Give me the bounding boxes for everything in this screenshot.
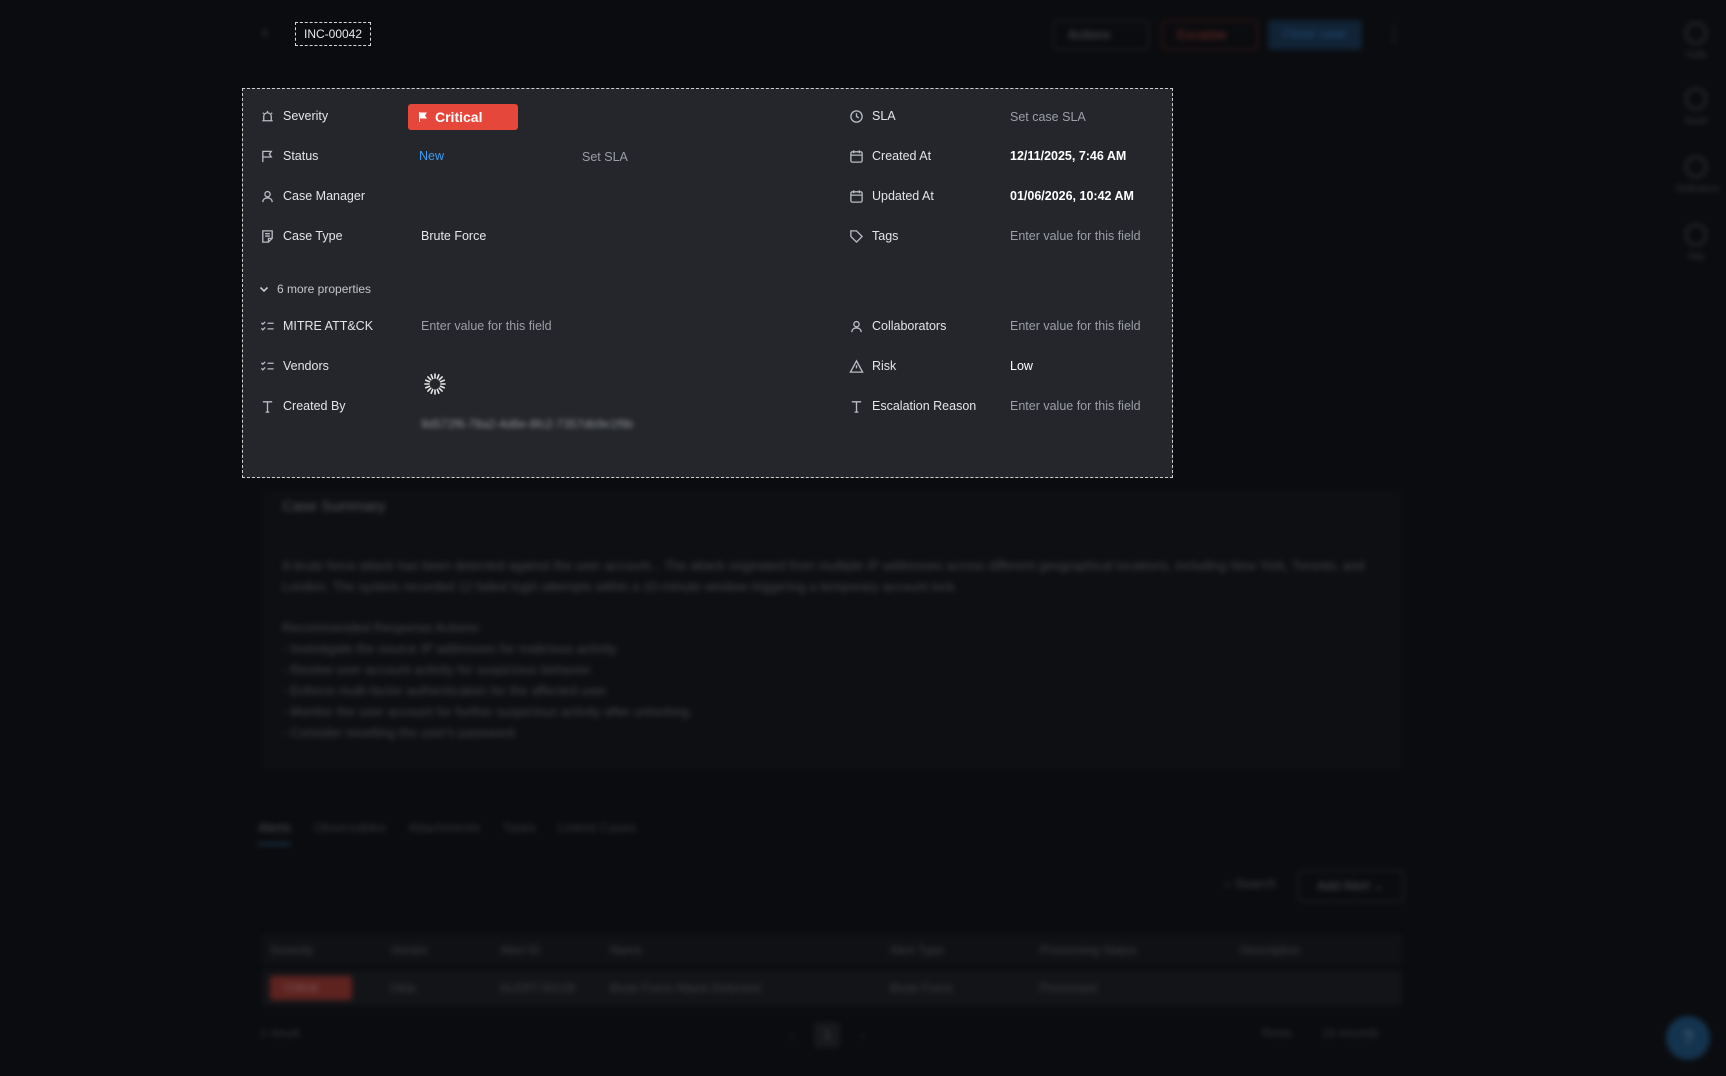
set-sla-link[interactable]: Set SLA	[582, 146, 628, 168]
more-properties-toggle[interactable]: 6 more properties	[259, 282, 371, 296]
tab-attachments[interactable]: Attachments	[408, 820, 480, 845]
status-value[interactable]: New	[419, 145, 444, 167]
tags-row: Tags	[848, 225, 898, 247]
rail-item-notifications[interactable]: Notifications	[1676, 156, 1720, 193]
next-page-icon[interactable]: ›	[860, 1028, 864, 1043]
table-row[interactable]: Critical Okta ALERT-00128 Brute Force At…	[262, 970, 1402, 1006]
escalation-reason-row: Escalation Reason	[848, 395, 976, 417]
collaborators-row: Collaborators	[848, 315, 946, 337]
calendar-icon	[848, 188, 864, 204]
created-by-value: 9d572f6-78a2-4d8e-8fc2-7357db9e1f9b	[421, 417, 634, 431]
created-at-row: Created At	[848, 145, 931, 167]
sla-row: SLA	[848, 105, 896, 127]
sla-value[interactable]: Set case SLA	[1010, 106, 1086, 128]
mitre-input[interactable]: Enter value for this field	[421, 315, 552, 337]
chevron-down-icon	[259, 286, 269, 293]
chat-icon	[1685, 224, 1707, 246]
bell-icon	[1685, 156, 1707, 178]
severity-badge: Critical	[270, 976, 352, 1000]
flag-outline-icon	[259, 148, 275, 164]
tab-observables[interactable]: Observables	[313, 820, 386, 845]
loading-spinner-icon	[424, 373, 446, 395]
checklist-icon	[259, 318, 275, 334]
help-chat-button[interactable]: ?	[1666, 1016, 1710, 1060]
prev-page-icon[interactable]: ‹	[790, 1028, 794, 1043]
page-number[interactable]: 1	[814, 1022, 841, 1048]
tab-alerts[interactable]: Alerts	[258, 820, 292, 845]
severity-badge[interactable]: Critical	[408, 104, 518, 130]
checklist-icon	[259, 358, 275, 374]
status-row: Status	[259, 145, 318, 167]
calendar-icon	[848, 148, 864, 164]
search-button[interactable]: ⌕ Search	[1224, 876, 1276, 892]
close-case-button[interactable]: Close case	[1268, 20, 1362, 50]
vendors-row: Vendors	[259, 355, 329, 377]
guide-icon	[1685, 22, 1707, 44]
pagination: ‹ 1 ›	[790, 1022, 865, 1048]
rows-per-page: Rows 10 records	[1262, 1026, 1379, 1040]
risk-value[interactable]: Low	[1010, 355, 1033, 377]
user-icon	[848, 318, 864, 334]
user-icon	[259, 188, 275, 204]
alarm-icon	[259, 108, 275, 124]
case-type-value[interactable]: Brute Force	[421, 225, 486, 247]
document-icon	[259, 228, 275, 244]
collaborators-input[interactable]: Enter value for this field	[1010, 315, 1141, 337]
properties-panel: Severity Critical Status New Set SLA Cas…	[242, 88, 1173, 478]
warning-icon	[848, 358, 864, 374]
rows-per-page-select[interactable]: 10 records	[1322, 1026, 1379, 1040]
text-icon	[259, 398, 275, 414]
created-by-row: Created By	[259, 395, 346, 417]
chat-icon: ?	[1682, 1027, 1693, 1048]
updated-at-value: 01/06/2026, 10:42 AM	[1010, 189, 1134, 203]
case-tabs: Alerts Observables Attachments Tasks Lin…	[258, 820, 637, 845]
text-icon	[848, 398, 864, 414]
clock-icon	[848, 108, 864, 124]
escalate-button[interactable]: Escalate	[1162, 20, 1258, 50]
add-alert-button[interactable]: Add Alert ⌄	[1298, 870, 1404, 902]
case-manager-row: Case Manager	[259, 185, 365, 207]
rail-item-help[interactable]: Help	[1676, 224, 1716, 261]
case-summary-text: A brute force attack has been detected a…	[282, 558, 1365, 740]
flag-icon	[419, 112, 427, 122]
created-at-value: 12/11/2025, 7:46 AM	[1010, 149, 1127, 163]
rail-item-guide[interactable]: Guide	[1676, 22, 1716, 59]
case-id: INC-00042	[295, 22, 372, 46]
saved-icon	[1685, 88, 1707, 110]
escalation-reason-input[interactable]: Enter value for this field	[1010, 395, 1141, 417]
back-arrow-icon[interactable]: ‹	[262, 22, 278, 42]
severity-row: Severity	[259, 105, 328, 127]
tag-icon	[848, 228, 864, 244]
risk-row: Risk	[848, 355, 896, 377]
tags-input[interactable]: Enter value for this field	[1010, 225, 1141, 247]
actions-button[interactable]: Actions	[1053, 20, 1149, 50]
tab-tasks[interactable]: Tasks	[502, 820, 535, 845]
more-options-icon[interactable]: ⋮	[1384, 22, 1404, 47]
tab-linked-cases[interactable]: Linked Cases	[558, 820, 637, 845]
table-header: Severity Vendor Alert ID Name Alert Type…	[262, 934, 1402, 966]
rail-item-saved[interactable]: Saved	[1676, 88, 1716, 125]
case-summary-title: Case Summary	[282, 498, 386, 515]
mitre-row: MITRE ATT&CK	[259, 315, 373, 337]
updated-at-row: Updated At	[848, 185, 934, 207]
result-count: 1 result	[260, 1026, 300, 1040]
case-type-row: Case Type	[259, 225, 343, 247]
